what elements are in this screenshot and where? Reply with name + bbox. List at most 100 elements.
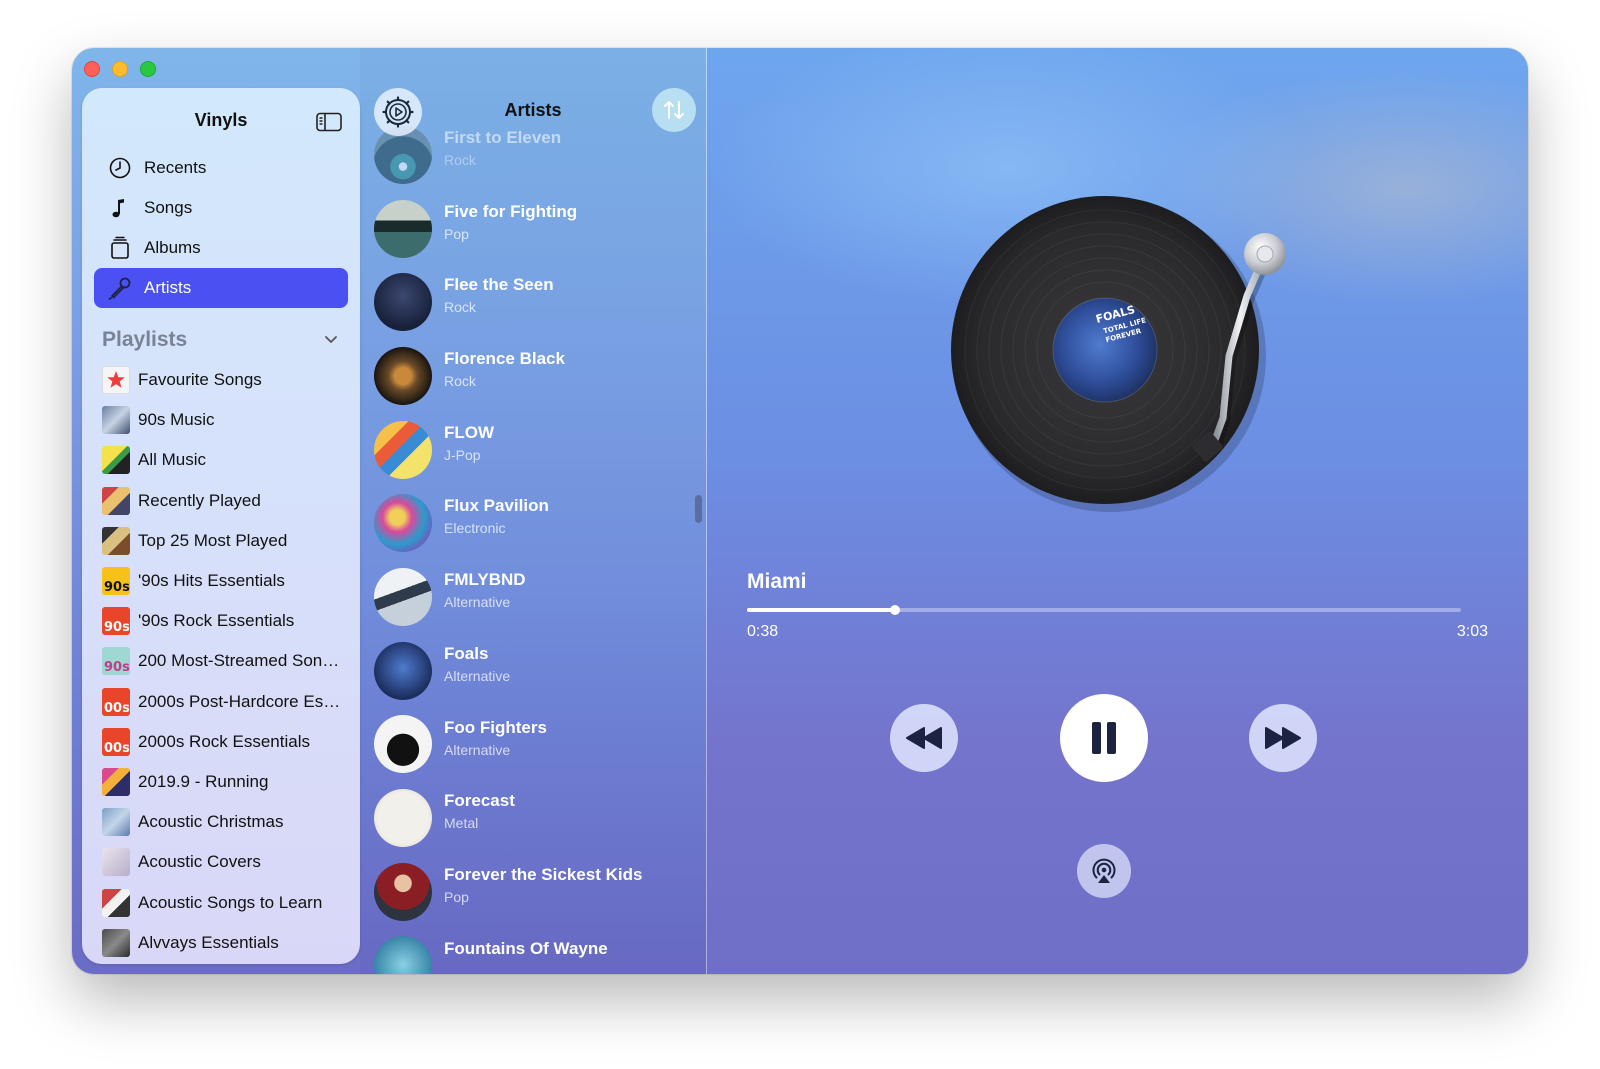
artist-avatar [374,199,432,258]
microphone-icon [108,276,132,300]
playlist-artwork [102,366,130,395]
chevron-down-icon[interactable] [324,335,338,345]
vinyl-turntable: FOALS TOTAL LIFE FOREVER [951,196,1286,512]
sidebar-item-albums[interactable]: Albums [94,228,348,268]
now-playing-title: Miami [747,570,807,593]
progress-fill [747,608,895,612]
artist-name: Forever the Sickest Kids [444,864,643,884]
svg-text:90s: 90s [104,620,130,635]
minimize-window-button[interactable] [112,61,128,77]
close-window-button[interactable] [84,61,100,77]
pause-icon [1092,722,1116,754]
playlist-artwork [102,406,130,435]
playlist-item[interactable]: Acoustic Christmas [82,802,360,842]
artist-row[interactable]: Foals Alternative [360,634,706,708]
sidebar-toggle-icon[interactable] [316,112,342,132]
star-icon [107,371,125,388]
current-time: 0:38 [747,623,779,640]
artist-avatar [374,789,432,848]
playlists-section-header[interactable]: Playlists [102,326,338,354]
airplay-icon [1092,858,1116,883]
sidebar-item-label: Songs [144,198,193,217]
artist-genre: Alternative [444,667,511,684]
airplay-button[interactable] [1077,844,1131,898]
artist-name: Foals [444,643,489,663]
artist-avatar [374,862,432,921]
playlist-label: Favourite Songs [138,370,262,390]
playlist-item[interactable]: 90s '90s Hits Essentials [82,561,360,601]
music-note-icon [108,196,132,220]
artist-genre: Rock [444,373,476,390]
playlist-label: Top 25 Most Played [138,530,288,550]
playlist-item[interactable]: Top 25 Most Played [82,521,360,561]
artists-header: Artists [360,88,706,136]
sidebar-item-artists[interactable]: Artists [94,268,348,308]
artist-avatar [374,494,432,553]
artist-row[interactable]: Five for Fighting Pop [360,192,706,266]
artist-row[interactable]: Flux Pavilion Electronic [360,486,706,560]
playlist-artwork [102,928,130,957]
playlist-item[interactable]: Favourite Songs [82,360,360,400]
sidebar-item-songs[interactable]: Songs [94,188,348,228]
playlist-item[interactable]: 00s 2000s Post-Hardcore Ess... [82,682,360,722]
sidebar-item-recents[interactable]: Recents [94,148,348,188]
artist-name: Five for Fighting [444,201,578,221]
playlist-artwork [102,888,130,917]
playlist-item[interactable]: 00s 2000s Rock Essentials [82,722,360,762]
playlist-artwork: 90s [102,607,130,636]
artist-genre: Metal [444,815,479,832]
total-time: 3:03 [1456,623,1488,640]
playlist-item[interactable]: 90s '90s Rock Essentials [82,601,360,641]
playlist-label: Acoustic Covers [138,852,261,872]
playlist-label: 200 Most-Streamed Song... [138,651,343,671]
artist-row[interactable]: Florence Black Rock [360,339,706,413]
artist-name: FLOW [444,422,495,442]
playlist-list: Favourite Songs 90s Music All Music Recentl… [82,360,360,963]
playlist-label: '90s Hits Essentials [138,571,285,591]
playlist-artwork [102,848,130,877]
playlist-label: 2000s Rock Essentials [138,731,310,751]
artist-avatar [374,420,432,479]
pause-button[interactable] [1060,694,1148,782]
playlist-item[interactable]: Acoustic Covers [82,842,360,882]
artist-row[interactable]: FMLYBND Alternative [360,560,706,634]
playlist-item[interactable]: Acoustic Songs to Learn [82,882,360,922]
artist-name: Foo Fighters [444,717,547,737]
svg-text:00s: 00s [104,741,130,756]
fast-forward-icon [1265,727,1301,749]
playlist-item[interactable]: Alvvays Essentials [82,923,360,963]
rewind-button[interactable] [890,704,958,772]
playlist-item[interactable]: 90s Music [82,400,360,440]
sort-button[interactable] [652,88,696,132]
artist-row[interactable]: Foo Fighters Alternative [360,708,706,782]
progress-knob[interactable] [889,605,900,615]
artist-row[interactable]: FLOW J-Pop [360,413,706,487]
svg-text:90s: 90s [104,580,130,595]
artist-row[interactable]: Flee the Seen Rock [360,265,706,339]
artists-panel: First to Eleven Rock Five for Fighting Pop F… [360,48,706,974]
progress-slider[interactable] [747,605,1461,615]
artist-avatar [374,715,432,774]
playlist-artwork [102,526,130,555]
clock-icon [108,156,132,180]
playlist-item[interactable]: 2019.9 - Running [82,762,360,802]
zoom-window-button[interactable] [140,61,156,77]
artist-avatar [374,567,432,626]
artist-avatar [374,936,432,974]
svg-text:90s: 90s [104,660,130,675]
sort-arrows-icon [664,101,684,119]
artist-list: First to Eleven Rock Five for Fighting Pop F… [360,118,706,974]
playlist-label: Acoustic Christmas [138,812,284,832]
artist-list-scrollbar[interactable] [695,495,702,523]
artist-row[interactable]: Forever the Sickest Kids Pop [360,855,706,929]
playlist-label: Acoustic Songs to Learn [138,892,323,912]
playlist-artwork: 00s [102,687,130,716]
artist-genre: Electronic [444,520,506,537]
sidebar-item-label: Artists [144,278,192,297]
fast-forward-button[interactable] [1249,704,1317,772]
playlist-item[interactable]: Recently Played [82,481,360,521]
playlist-item[interactable]: All Music [82,440,360,480]
playlist-item[interactable]: 90s 200 Most-Streamed Song... [82,641,360,681]
artist-row[interactable]: Forecast Metal [360,781,706,855]
artist-row[interactable]: Fountains Of Wayne [360,929,706,974]
